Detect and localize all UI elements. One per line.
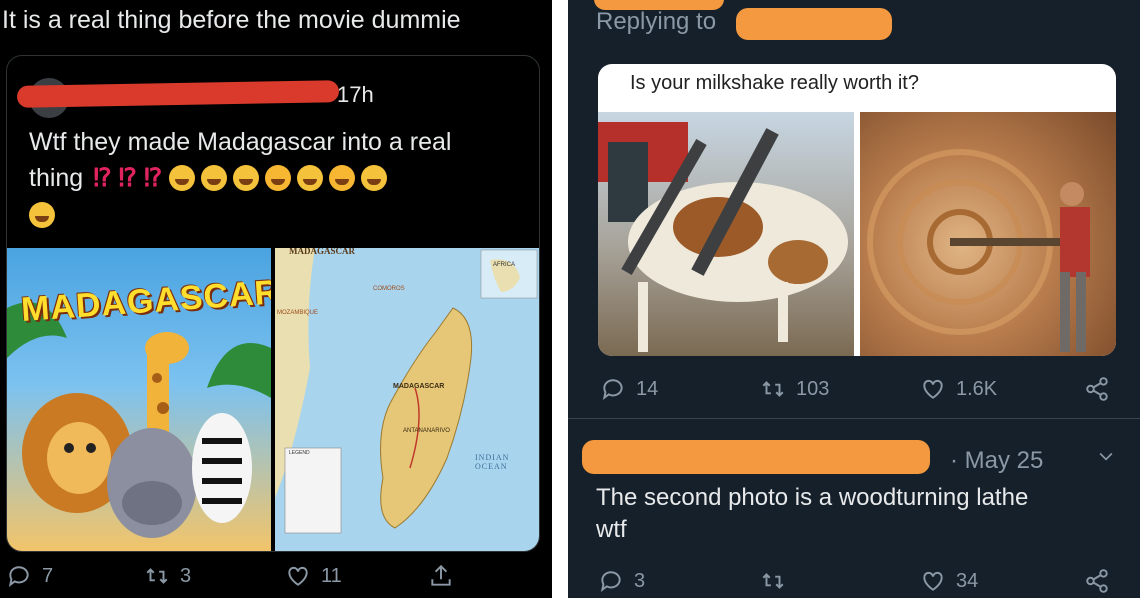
like-count: 1.6K [956,377,998,400]
laughing-emoji-icon [233,165,260,191]
reply-count: 3 [634,569,646,592]
reply-text-line1: The second photo is a woodturning lathe [596,484,1029,511]
chevron-down-icon[interactable] [1096,446,1116,466]
laughing-emoji-icon [361,165,388,191]
like-button[interactable]: 1.6K [920,376,997,402]
quote-text-word: thing [29,164,84,192]
reply-icon [602,379,623,400]
reply-text-line2: wtf [596,516,627,543]
movie-poster-image[interactable]: MADAGASCAR [7,248,271,551]
share-icon [1086,377,1108,401]
share-button[interactable] [1084,376,1110,402]
like-button[interactable]: 34 [920,568,978,594]
redacted-username [16,80,340,108]
reply-button[interactable]: 7 [6,563,53,589]
reply-icon [8,566,29,587]
redacted-replying-handle[interactable] [736,8,892,40]
like-count: 11 [321,564,342,587]
redacted-reply-username [582,440,930,474]
exclamation-question-icon: ⁉ [118,164,138,192]
madagascar-map-image[interactable]: MADAGASCAR AFRICA COMOROS MOZAMBIQUE MAD… [275,248,539,551]
exclamation-question-icon: ⁉ [143,164,164,192]
retweet-icon [762,573,784,589]
replying-to-label: Replying to [596,8,717,35]
reply-count: 14 [636,377,659,400]
laughing-emoji-icon [201,165,228,191]
map-channel-label: MOZAMBIQUE [277,310,319,316]
map-art [275,248,538,534]
reply-count: 7 [42,564,54,587]
retweet-icon [146,568,168,584]
map-country-label: MADAGASCAR [393,383,445,390]
crying-emoji-icon [329,165,356,191]
heart-icon [923,571,943,591]
share-button[interactable] [428,563,454,589]
left-tweet-panel: It is a real thing before the movie dumm… [0,0,552,598]
share-button[interactable] [1084,568,1110,594]
crying-emoji-icon [265,165,292,191]
map-legend-label: LEGEND [289,450,310,456]
panel-divider [552,0,568,598]
meme-photo-lathe [860,112,1116,356]
reply-date: · May 25 [950,447,1044,474]
meme-image[interactable]: Is your milkshake really worth it? [598,64,1116,356]
map-comoros-label: COMOROS [373,286,405,292]
quote-text-line2: thing ⁉ ⁉ ⁉ [29,162,393,194]
reply-icon [600,571,621,592]
retweet-button[interactable] [760,568,786,594]
joy-emoji-icon [297,165,324,191]
tweet-time: 17h [337,82,374,107]
retweet-button[interactable]: 3 [144,563,191,589]
laughing-emoji-icon [169,165,196,191]
emoji-row-2 [29,202,61,228]
share-icon [431,564,451,586]
map-inset-label: AFRICA [493,262,516,268]
retweet-count: 103 [796,377,830,400]
heart-icon [288,566,308,586]
retweet-count: 3 [180,564,192,587]
share-icon [1086,569,1108,593]
separator [568,418,1140,419]
map-title: MADAGASCAR [289,248,355,256]
retweet-icon [762,381,784,397]
right-tweet-panel: Replying to Is your milkshake really wor… [568,0,1140,598]
tweet-text: It is a real thing before the movie dumm… [2,6,461,34]
map-ocean-label: INDIAN OCEAN [475,453,510,471]
like-count: 34 [956,569,979,592]
reply-button[interactable]: 14 [600,376,658,402]
meme-photo-cow [598,112,854,356]
retweet-button[interactable]: 103 [760,376,829,402]
exclamation-question-icon: ⁉ [93,164,113,192]
reply-button[interactable]: 3 [598,568,645,594]
quoted-tweet-card[interactable]: 17h Wtf they made Madagascar into a real… [6,55,540,552]
quote-text-line1: Wtf they made Madagascar into a real [29,128,452,156]
map-capital-label: ANTANANARIVO [403,428,450,434]
meme-caption: Is your milkshake really worth it? [630,72,919,94]
like-button[interactable]: 11 [285,563,342,589]
heart-icon [923,379,943,399]
joy-emoji-icon [29,202,55,228]
